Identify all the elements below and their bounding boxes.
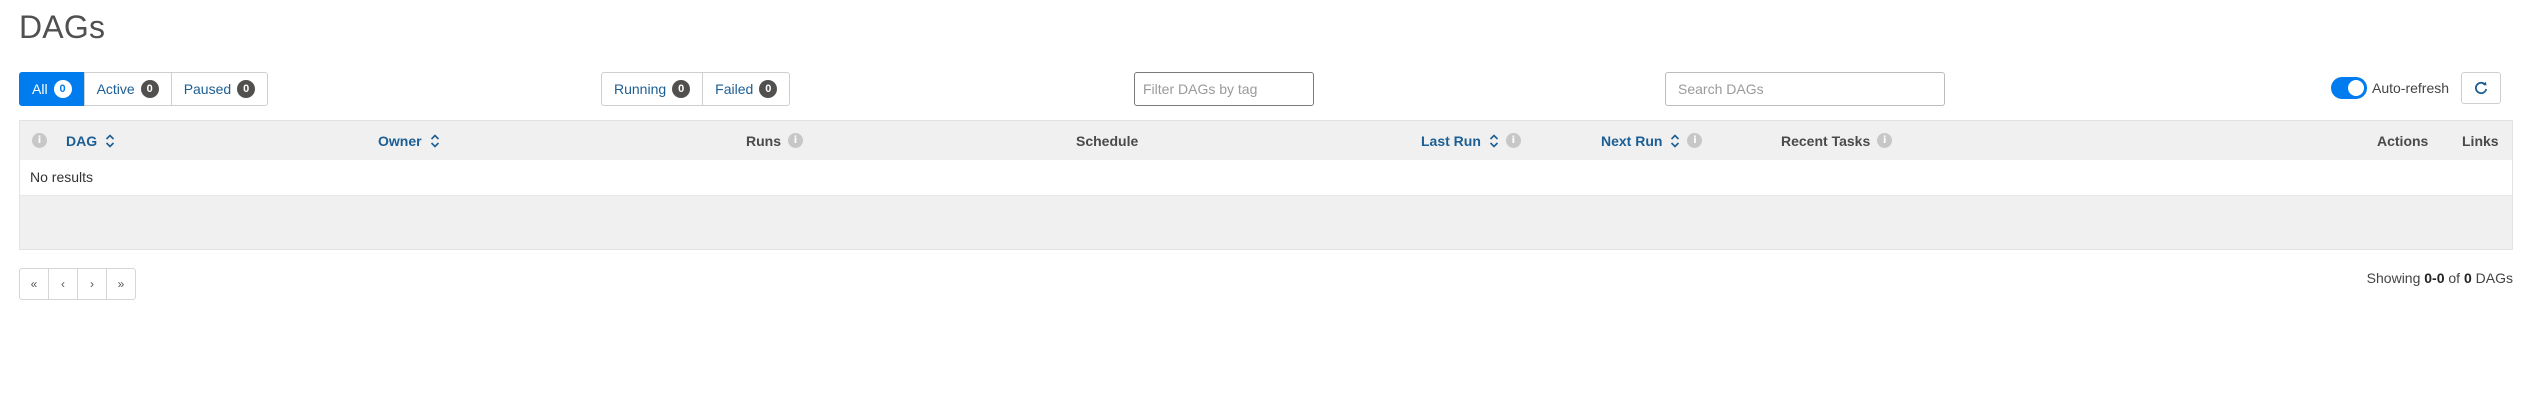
empty-message: No results [30, 169, 94, 185]
filter-running-label: Running [614, 81, 667, 97]
info-icon[interactable]: i [788, 133, 803, 148]
last-run-header-label: Last Run [1421, 132, 1481, 149]
summary-of: of [2448, 270, 2461, 286]
info-icon[interactable]: i [32, 133, 47, 148]
owner-header-label: Owner [378, 132, 422, 149]
filter-all-label: All [32, 81, 48, 97]
table-footer-area [20, 196, 2512, 249]
sort-icon [430, 133, 439, 148]
filter-running-count-badge: 0 [672, 80, 691, 98]
refresh-icon [2475, 81, 2488, 95]
runs-header-label: Runs [746, 132, 781, 149]
filter-active-label: Active [96, 81, 135, 97]
filter-active-button[interactable]: Active 0 [83, 72, 172, 106]
tag-filter-input[interactable] [1134, 72, 1314, 106]
info-icon[interactable]: i [1877, 133, 1893, 148]
column-header-runs: Runs i [746, 121, 803, 160]
search-input[interactable] [1665, 72, 1945, 106]
sort-icon [106, 133, 115, 148]
summary-suffix: DAGs [2475, 270, 2513, 286]
previous-page-button[interactable]: ‹ [48, 268, 78, 300]
info-icon[interactable]: i [1505, 133, 1521, 148]
sort-icon [1671, 133, 1680, 148]
column-header-actions: Actions [2377, 121, 2428, 160]
info-icon[interactable]: i [1687, 133, 1703, 148]
filter-failed-label: Failed [715, 81, 754, 97]
column-header-schedule: Schedule [1076, 121, 1138, 160]
filter-paused-label: Paused [183, 81, 232, 97]
summary-total: 0 [2463, 270, 2472, 286]
refresh-button[interactable] [2461, 72, 2501, 104]
auto-refresh-label: Auto-refresh [2372, 80, 2450, 96]
next-run-header-label: Next Run [1601, 132, 1663, 149]
column-header-links: Links [2462, 121, 2499, 160]
column-header-next-run[interactable]: Next Run i [1601, 121, 1703, 160]
sort-icon [1489, 133, 1498, 148]
actions-header-label: Actions [2377, 132, 2429, 149]
next-page-button[interactable]: › [77, 268, 107, 300]
table-row: No results [20, 160, 2512, 196]
results-summary: Showing 0-0 of 0 DAGs [2367, 270, 2513, 286]
status-filter-group: All 0 Active 0 Paused 0 [19, 72, 269, 106]
filter-paused-count-badge: 0 [237, 80, 256, 98]
last-page-button[interactable]: » [106, 268, 136, 300]
column-header-dag[interactable]: DAG [66, 121, 115, 160]
filter-all-button[interactable]: All 0 [19, 72, 85, 106]
table-header-row: i DAG Owner Runs i Schedule Last Run i N… [20, 121, 2512, 160]
pagination: « ‹ › » [19, 268, 136, 300]
recent-tasks-header-label: Recent Tasks [1781, 132, 1871, 149]
dag-header-label: DAG [66, 132, 98, 149]
filter-paused-button[interactable]: Paused 0 [170, 72, 269, 106]
column-header-last-run[interactable]: Last Run i [1421, 121, 1521, 160]
page-title: DAGs [19, 9, 106, 45]
filter-failed-count-badge: 0 [759, 80, 778, 98]
dags-table: i DAG Owner Runs i Schedule Last Run i N… [19, 120, 2513, 250]
first-page-button[interactable]: « [19, 268, 49, 300]
column-header-recent-tasks: Recent Tasks i [1781, 121, 1893, 160]
run-state-filter-group: Running 0 Failed 0 [601, 72, 791, 106]
summary-prefix: Showing [2366, 270, 2421, 286]
filter-running-button[interactable]: Running 0 [601, 72, 704, 106]
filter-all-count-badge: 0 [53, 80, 72, 98]
summary-range: 0-0 [2424, 270, 2445, 286]
schedule-header-label: Schedule [1076, 132, 1139, 149]
auto-refresh-toggle[interactable] [2331, 77, 2367, 99]
column-header-owner[interactable]: Owner [378, 121, 440, 160]
filter-active-count-badge: 0 [140, 80, 159, 98]
select-info-header: i [32, 121, 47, 160]
filter-failed-button[interactable]: Failed 0 [702, 72, 791, 106]
links-header-label: Links [2462, 132, 2499, 149]
toggle-knob [2348, 80, 2364, 96]
